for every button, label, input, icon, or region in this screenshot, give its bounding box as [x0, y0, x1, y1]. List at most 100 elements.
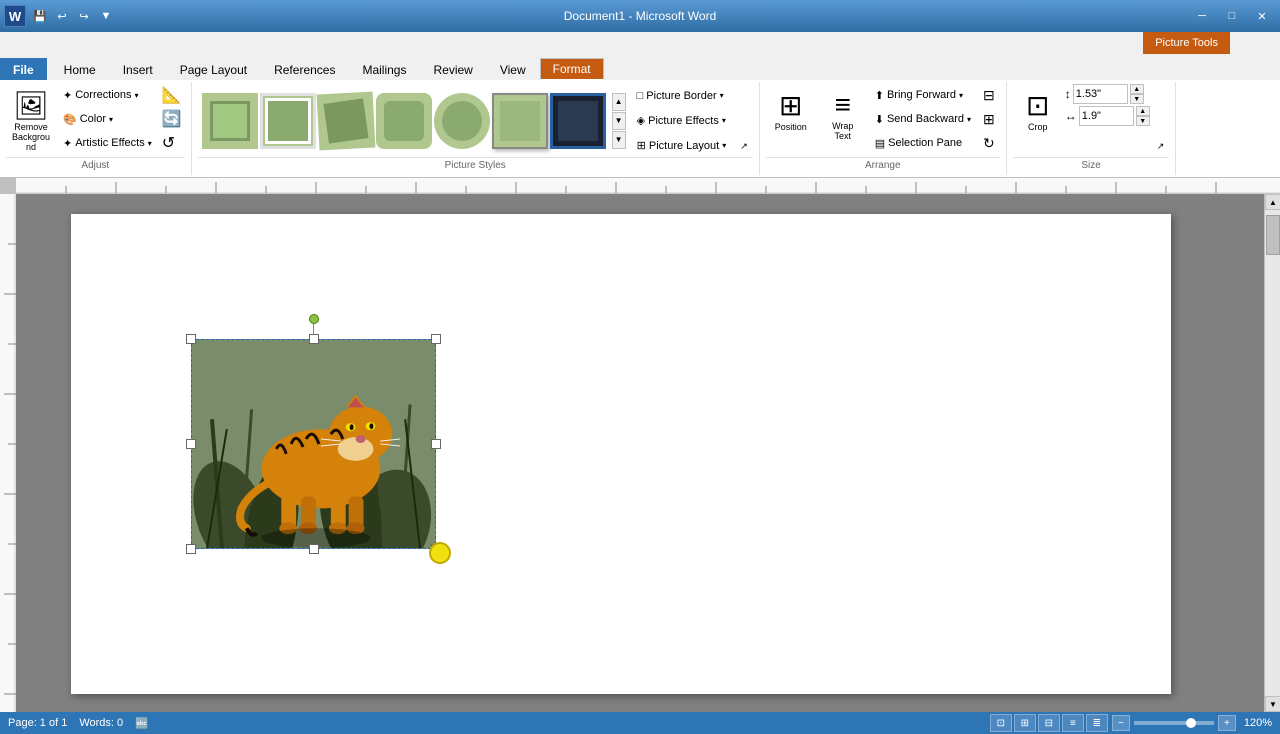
style-item-7[interactable] [550, 93, 606, 149]
ruler-horizontal [16, 178, 1280, 194]
remove-background-button[interactable]: 🖼 Remove Background [6, 84, 56, 157]
scroll-down-button[interactable]: ▼ [1265, 696, 1280, 712]
gallery-scroll-more[interactable]: ▼ [612, 131, 626, 149]
size-launcher[interactable]: ↗ [1152, 135, 1170, 157]
handle-top-left[interactable] [186, 334, 196, 344]
full-reading-btn[interactable]: ⊞ [1014, 714, 1036, 732]
remove-background-label: Remove Background [11, 122, 51, 152]
word-logo: W [4, 5, 26, 27]
width-down[interactable]: ▼ [1136, 116, 1150, 126]
maximize-button[interactable]: □ [1218, 5, 1246, 27]
height-icon: ↕ [1065, 87, 1071, 101]
handle-bot-mid[interactable] [309, 544, 319, 554]
draft-btn[interactable]: ≣ [1086, 714, 1108, 732]
tab-mailings[interactable]: Mailings [349, 58, 419, 80]
picture-border-button[interactable]: □ Picture Border ▾ [632, 85, 732, 107]
ruler-marks [16, 178, 1280, 194]
tab-format[interactable]: Format [540, 58, 604, 80]
tab-home[interactable]: Home [51, 58, 109, 80]
corrections-button[interactable]: ✦ Corrections ▾ [58, 84, 157, 106]
reset-picture-button[interactable]: ↺ [159, 132, 185, 154]
outline-btn[interactable]: ≡ [1062, 714, 1084, 732]
wrap-text-icon: ≡ [835, 89, 851, 121]
handle-mid-right[interactable] [431, 439, 441, 449]
document-title: Document1 - Microsoft Word [564, 9, 717, 23]
position-button[interactable]: ⊞ Position [766, 84, 816, 137]
style-item-2[interactable] [260, 93, 316, 149]
selection-pane-icon: ▤ [875, 137, 885, 150]
tab-references[interactable]: References [261, 58, 348, 80]
arrange-col-1: ⊞ Position [766, 84, 816, 137]
rotate-handle[interactable] [309, 314, 319, 324]
picture-layout-button[interactable]: ⊞ Picture Layout ▾ [632, 135, 732, 157]
tab-insert[interactable]: Insert [110, 58, 166, 80]
tiger-image-container[interactable] [191, 339, 436, 549]
rotate-button[interactable]: ↻ [978, 132, 1000, 154]
handle-bot-left[interactable] [186, 544, 196, 554]
scroll-thumb[interactable] [1266, 215, 1280, 255]
align-button[interactable]: ⊟ [978, 84, 1000, 106]
send-backward-button[interactable]: ⬇ Send Backward ▾ [870, 108, 976, 130]
handle-top-mid[interactable] [309, 334, 319, 344]
picture-effects-button[interactable]: ◈ Picture Effects ▾ [632, 110, 732, 132]
tab-view[interactable]: View [487, 58, 539, 80]
crop-button[interactable]: ⊡ Crop [1013, 84, 1063, 137]
handle-mid-left[interactable] [186, 439, 196, 449]
tab-review[interactable]: Review [420, 58, 485, 80]
wrap-text-button[interactable]: ≡ WrapText [818, 84, 868, 146]
corrections-icon: ✦ [63, 89, 72, 102]
picture-effects-icon: ◈ [637, 114, 645, 127]
scroll-track[interactable] [1265, 210, 1280, 696]
vertical-scrollbar[interactable]: ▲ ▼ [1264, 194, 1280, 712]
artistic-effects-button[interactable]: ✦ Artistic Effects ▾ [58, 132, 157, 154]
change-picture-button[interactable]: 🔄 [159, 108, 185, 130]
arrange-group-label: Arrange [766, 157, 1000, 173]
tab-page-layout[interactable]: Page Layout [167, 58, 260, 80]
scroll-up-button[interactable]: ▲ [1265, 194, 1280, 210]
status-right: ⊡ ⊞ ⊟ ≡ ≣ − + 120% [990, 714, 1272, 732]
tiger-image[interactable] [191, 339, 436, 549]
style-item-5[interactable] [434, 93, 490, 149]
gallery-scroll-up[interactable]: ▲ [612, 93, 626, 111]
gallery-scroll-down[interactable]: ▼ [612, 112, 626, 130]
height-input-row: ↕ ▲ ▼ [1065, 84, 1150, 104]
zoom-out-button[interactable]: − [1112, 715, 1130, 731]
style-item-6[interactable] [492, 93, 548, 149]
status-bar: Page: 1 of 1 Words: 0 🔤 ⊡ ⊞ ⊟ ≡ ≣ − + 12… [0, 712, 1280, 734]
send-backward-icon: ⬇ [875, 113, 884, 126]
picture-styles-group-label: Picture Styles [198, 157, 753, 173]
picture-styles-launcher[interactable]: ↗ [735, 135, 753, 157]
handle-top-right[interactable] [431, 334, 441, 344]
zoom-slider[interactable] [1134, 721, 1214, 725]
style-item-4[interactable] [376, 93, 432, 149]
doc-scroll-area[interactable] [16, 194, 1264, 712]
undo-btn[interactable]: ↩ [52, 6, 72, 26]
cursor-indicator [429, 542, 451, 564]
color-button[interactable]: 🎨 Color ▾ [58, 108, 157, 130]
bring-forward-button[interactable]: ⬆ Bring Forward ▾ [870, 84, 976, 106]
web-layout-btn[interactable]: ⊟ [1038, 714, 1060, 732]
zoom-in-button[interactable]: + [1218, 715, 1236, 731]
height-down[interactable]: ▼ [1130, 94, 1144, 104]
customize-btn[interactable]: ▼ [96, 6, 116, 26]
height-input[interactable] [1073, 84, 1128, 104]
width-up[interactable]: ▲ [1136, 106, 1150, 116]
style-item-1[interactable] [202, 93, 258, 149]
redo-btn[interactable]: ↪ [74, 6, 94, 26]
window-controls: ─ □ ✕ [1188, 5, 1276, 27]
page-indicator: Page: 1 of 1 [8, 717, 67, 729]
style-item-3[interactable] [316, 91, 375, 150]
adjust-group: 🖼 Remove Background ✦ Corrections ▾ 🎨 Co… [0, 82, 192, 175]
minimize-button[interactable]: ─ [1188, 5, 1216, 27]
compress-pictures-button[interactable]: 📐 [159, 84, 185, 106]
bring-forward-icon: ⬆ [875, 89, 884, 102]
group-button[interactable]: ⊞ [978, 108, 1000, 130]
print-layout-btn[interactable]: ⊡ [990, 714, 1012, 732]
height-up[interactable]: ▲ [1130, 84, 1144, 94]
selection-pane-button[interactable]: ▤ Selection Pane [870, 132, 976, 154]
picture-tools-label: Picture Tools [1143, 32, 1230, 54]
width-input[interactable] [1079, 106, 1134, 126]
save-btn[interactable]: 💾 [30, 6, 50, 26]
tab-file[interactable]: File [0, 58, 47, 80]
close-button[interactable]: ✕ [1248, 5, 1276, 27]
